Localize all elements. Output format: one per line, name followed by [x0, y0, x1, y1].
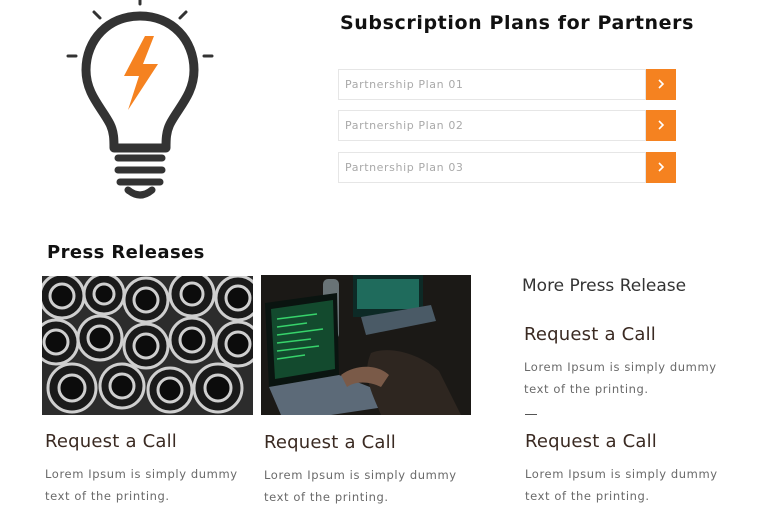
more-item-1-text: Lorem Ipsum is simply dummy text of the …: [524, 360, 717, 396]
plan-2-button[interactable]: [646, 110, 676, 141]
press-card-1-text: Lorem Ipsum is simply dummy text of the …: [45, 467, 238, 503]
chevron-right-icon: [658, 120, 665, 130]
plan-1-button[interactable]: [646, 69, 676, 100]
plan-field-1[interactable]: Partnership Plan 01: [338, 69, 646, 100]
plan-row-3: Partnership Plan 03: [338, 152, 676, 183]
press-card-1-heading[interactable]: Request a Call: [45, 431, 177, 452]
more-item-2-heading[interactable]: Request a Call: [525, 431, 657, 452]
plan-3-button[interactable]: [646, 152, 676, 183]
plan-field-2[interactable]: Partnership Plan 02: [338, 110, 646, 141]
press-card-2-text: Lorem Ipsum is simply dummy text of the …: [264, 468, 457, 504]
laptop-coding-image[interactable]: [261, 275, 471, 415]
more-item-2-text: Lorem Ipsum is simply dummy text of the …: [525, 467, 718, 503]
chevron-right-icon: [658, 162, 665, 172]
subscription-plans-title: Subscription Plans for Partners: [340, 12, 695, 34]
more-press-release-title[interactable]: More Press Release: [522, 276, 686, 296]
press-releases-title: Press Releases: [47, 242, 205, 263]
press-card-2-heading[interactable]: Request a Call: [264, 432, 396, 453]
newspaper-rolls-image[interactable]: [42, 276, 253, 415]
plan-row-1: Partnership Plan 01: [338, 69, 676, 100]
plan-field-3[interactable]: Partnership Plan 03: [338, 152, 646, 183]
plan-row-2: Partnership Plan 02: [338, 110, 676, 141]
more-item-1-heading[interactable]: Request a Call: [524, 324, 656, 345]
separator: [525, 414, 537, 415]
lightbulb-lightning-icon: [66, 0, 214, 199]
chevron-right-icon: [658, 79, 665, 89]
